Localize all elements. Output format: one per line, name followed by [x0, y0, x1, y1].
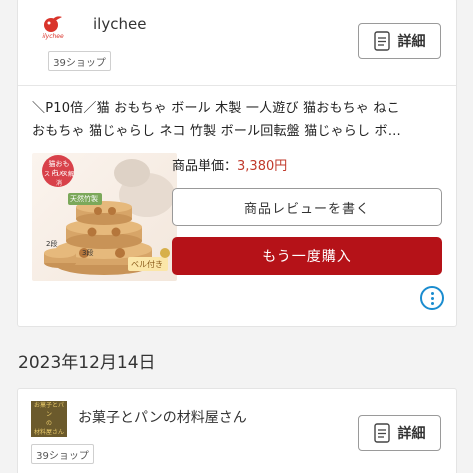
product-image[interactable]: 猫おもちゃ ストレス解消 天然竹製 2段 3段 ベル付き [32, 153, 177, 281]
shop-logo[interactable]: お菓子とパン の 材料屋さん [31, 401, 67, 437]
write-review-button[interactable]: 商品レビューを書く [172, 188, 442, 226]
image-tag-natural: 天然竹製 [70, 195, 98, 203]
detail-button[interactable]: 詳細 [358, 415, 441, 451]
price-value: 3,380円 [237, 159, 288, 174]
shop-logo-text: お菓子とパン [33, 402, 64, 418]
image-tag-bell: ベル付き [131, 260, 163, 269]
order-card: お菓子とパン の 材料屋さん お菓子とパンの材料屋さん 詳細 39ショップ [17, 388, 457, 473]
detail-button-label: 詳細 [397, 34, 426, 50]
buy-again-button[interactable]: もう一度購入 [172, 237, 442, 275]
image-tag-3floors: 3段 [82, 249, 94, 257]
document-icon [373, 423, 390, 443]
lychee-logo-icon [44, 15, 62, 32]
product-title-line: おもちゃ 猫じゃらし ネコ 竹製 ボール回転盤 猫じゃらし ボ… [32, 124, 401, 139]
detail-button-label: 詳細 [397, 426, 426, 442]
product-title[interactable]: ＼P10倍／猫 おもちゃ ボール 木製 一人遊び 猫おもちゃ ねこ おもちゃ 猫… [32, 97, 452, 143]
shop-logo-text: ilychee [42, 32, 64, 40]
shop-logo[interactable]: ilychee [35, 11, 71, 43]
price-label: 商品単価： [172, 159, 238, 174]
product-title-line: ＼P10倍／猫 おもちゃ ボール 木製 一人遊び 猫おもちゃ ねこ [32, 101, 400, 116]
divider [18, 85, 456, 86]
price-row: 商品単価：3,380円 [172, 155, 287, 174]
more-options-icon[interactable] [420, 286, 444, 310]
detail-button[interactable]: 詳細 [358, 23, 441, 59]
shop-badge: 39ショップ [48, 51, 111, 71]
shop-logo-text: 材料屋さん [33, 429, 64, 436]
shop-name[interactable]: ilychee [93, 15, 146, 33]
image-tag-2floors: 2段 [46, 240, 58, 248]
shop-logo-text: の [45, 420, 52, 427]
shop-badge: 39ショップ [31, 444, 94, 464]
shop-name[interactable]: お菓子とパンの材料屋さん [78, 407, 247, 427]
image-tag-bottom: ストレス解消 [44, 171, 75, 187]
document-icon [373, 31, 390, 51]
order-date-heading: 2023年12月14日 [18, 353, 156, 373]
order-card: ilychee ilychee 詳細 39ショップ ＼P10倍／猫 おもちゃ ボ… [17, 0, 457, 327]
